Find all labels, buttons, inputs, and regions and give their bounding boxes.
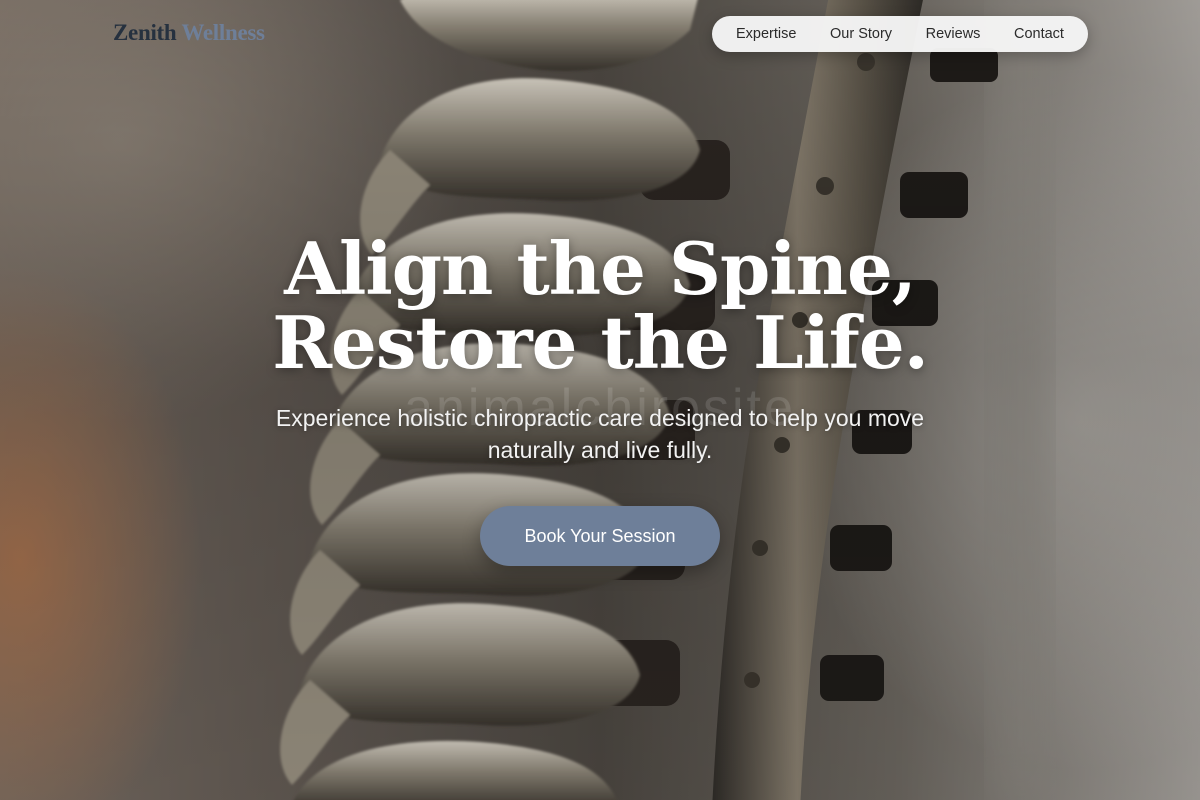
brand-name-secondary: Wellness	[181, 20, 265, 45]
hero-subtitle: Experience holistic chiropractic care de…	[275, 405, 925, 463]
nav-link-our-story[interactable]: Our Story	[830, 26, 892, 42]
nav-link-reviews[interactable]: Reviews	[926, 26, 981, 42]
nav-link-expertise[interactable]: Expertise	[736, 26, 796, 42]
brand-name-primary: Zenith	[113, 20, 177, 45]
hero-headline-line-1: Align the Spine,	[284, 226, 917, 311]
brand-logo[interactable]: Zenith Wellness	[113, 20, 265, 46]
main-navigation: Expertise Our Story Reviews Contact	[712, 16, 1088, 52]
book-session-button[interactable]: Book Your Session	[480, 506, 720, 566]
hero-headline-line-2: Restore the Life.	[272, 300, 929, 385]
hero-headline: Align the Spine, Restore the Life.	[0, 232, 1200, 380]
nav-link-contact[interactable]: Contact	[1014, 26, 1064, 42]
